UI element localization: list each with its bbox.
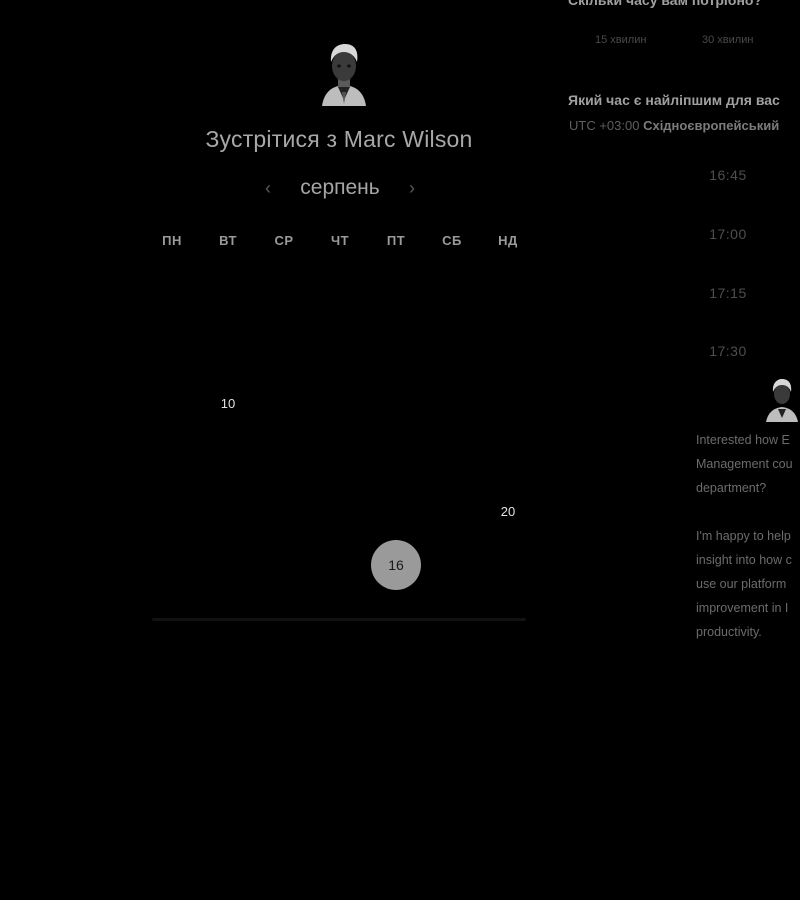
calendar-day: [200, 430, 256, 484]
calendar-day: [424, 538, 480, 592]
chevron-right-icon[interactable]: ›: [404, 173, 420, 203]
timezone-selector[interactable]: UTC +03:00 Східноєвропейський: [569, 118, 779, 133]
calendar-day: [424, 430, 480, 484]
weekday-tue: ВТ: [219, 233, 237, 248]
time-slot[interactable]: 17:15: [700, 285, 756, 301]
time-question: Який час є найліпшим для вас: [568, 92, 780, 108]
calendar-day: [368, 322, 424, 376]
timezone-offset: UTC +03:00: [569, 118, 640, 133]
calendar-day: [256, 268, 312, 322]
timezone-name: Східноєвропейський: [643, 118, 780, 133]
calendar-day: [144, 376, 200, 430]
calendar-day: [144, 484, 200, 538]
calendar-day: [200, 268, 256, 322]
duration-option-15[interactable]: 15 хвилин: [595, 34, 646, 46]
calendar-day: [200, 322, 256, 376]
calendar-week: [144, 430, 536, 484]
calendar-day: [312, 538, 368, 592]
calendar-day: [368, 430, 424, 484]
meeting-scheduler: Зустрітися з Marc Wilson ‹ серпень › ПН …: [0, 0, 800, 900]
calendar-week: [144, 322, 536, 376]
calendar-day: [256, 376, 312, 430]
calendar-day: [312, 430, 368, 484]
calendar-grid: 10 20 16: [144, 268, 536, 592]
calendar-day: [256, 538, 312, 592]
selected-day-label: 16: [371, 540, 421, 590]
calendar-day: [368, 376, 424, 430]
duration-question: Скільки часу вам потрібно?: [568, 0, 763, 8]
calendar-day: [424, 268, 480, 322]
calendar-day[interactable]: 10: [200, 376, 256, 430]
calendar-day: [312, 376, 368, 430]
calendar-day: [256, 322, 312, 376]
calendar-day: [200, 484, 256, 538]
month-label: серпень: [300, 176, 380, 199]
chat-avatar: [766, 379, 798, 422]
weekday-fri: ПТ: [386, 233, 406, 248]
time-slot[interactable]: 16:45: [700, 167, 756, 183]
duration-option-30[interactable]: 30 хвилин: [702, 34, 753, 46]
weekday-sun: НД: [498, 233, 518, 248]
calendar-day: [312, 268, 368, 322]
calendar-week: [144, 268, 536, 322]
calendar-day[interactable]: 20: [480, 484, 536, 538]
chat-message: Interested how E Management cou departme…: [696, 433, 793, 639]
calendar-divider: [152, 618, 526, 621]
weekday-sat: СБ: [442, 233, 462, 248]
host-avatar: [322, 44, 366, 106]
time-slot[interactable]: 17:30: [700, 343, 756, 359]
calendar-day: [368, 268, 424, 322]
month-navigation: ‹ серпень ›: [260, 173, 420, 203]
weekday-header: ПН ВТ СР ЧТ ПТ СБ НД: [144, 233, 536, 248]
calendar-day: [200, 538, 256, 592]
calendar-day: [424, 322, 480, 376]
calendar-day: [144, 268, 200, 322]
calendar-day: [144, 322, 200, 376]
time-slot[interactable]: 17:00: [700, 226, 756, 242]
calendar-day: [424, 376, 480, 430]
calendar-day-selected[interactable]: 16: [368, 538, 424, 592]
calendar-day: [256, 430, 312, 484]
weekday-thu: ЧТ: [330, 233, 350, 248]
calendar-week: 10: [144, 376, 536, 430]
calendar-day: [144, 538, 200, 592]
calendar-day: [480, 538, 536, 592]
calendar-week: 16: [144, 538, 536, 592]
calendar-day: [424, 484, 480, 538]
calendar-day: [368, 484, 424, 538]
calendar-day: [144, 430, 200, 484]
calendar-day: [312, 484, 368, 538]
calendar-day: [480, 322, 536, 376]
calendar-day: [480, 268, 536, 322]
calendar-day: [480, 376, 536, 430]
chevron-left-icon[interactable]: ‹: [260, 173, 276, 203]
calendar-day: [312, 322, 368, 376]
weekday-wed: СР: [274, 233, 294, 248]
calendar-week: 20: [144, 484, 536, 538]
page-title: Зустрітися з Marc Wilson: [205, 126, 473, 152]
calendar-day: [480, 430, 536, 484]
calendar-day: [256, 484, 312, 538]
weekday-mon: ПН: [162, 233, 182, 248]
